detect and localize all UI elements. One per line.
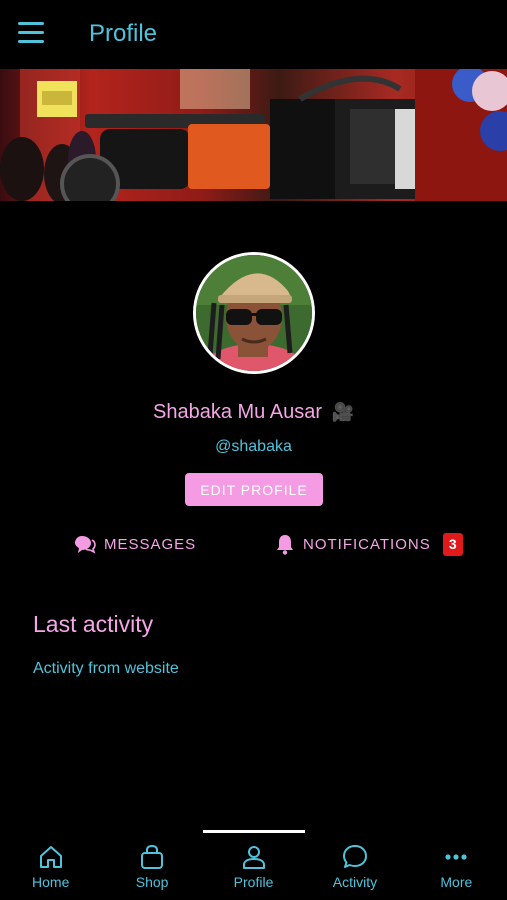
user-icon (242, 846, 265, 869)
profile-name-text: Shabaka Mu Ausar (153, 401, 322, 423)
notification-count-badge: 3 (442, 532, 463, 556)
shopping-bag-icon (141, 844, 164, 869)
notifications-link[interactable]: NOTIFICATIONS 3 (275, 532, 463, 556)
messages-link[interactable]: MESSAGES (74, 532, 196, 556)
profile-name: Shabaka Mu Ausar 🎥 (0, 401, 507, 424)
hamburger-menu-icon[interactable] (18, 22, 52, 48)
nav-profile[interactable]: Profile (203, 835, 304, 900)
movie-camera-icon: 🎥 (331, 402, 354, 422)
bell-icon (277, 535, 293, 555)
cover-photo (0, 69, 507, 201)
nav-activity-label: Activity (332, 874, 378, 890)
avatar-photo (196, 255, 312, 371)
nav-home-label: Home (32, 874, 70, 890)
chat-bubble-icon (342, 845, 367, 868)
active-tab-indicator (203, 830, 305, 833)
edit-profile-button[interactable]: EDIT PROFILE (185, 473, 323, 506)
nav-shop[interactable]: Shop (101, 835, 202, 900)
avatar[interactable] (193, 252, 315, 374)
nav-more-label: More (440, 874, 473, 890)
more-dots-icon (445, 854, 467, 860)
nav-home[interactable]: Home (0, 835, 101, 900)
last-activity-heading: Last activity (33, 611, 154, 637)
messages-icon (75, 536, 96, 554)
messages-label: MESSAGES (104, 535, 197, 553)
nav-activity[interactable]: Activity (304, 835, 405, 900)
top-app-bar: Profile (0, 0, 507, 69)
nav-shop-label: Shop (135, 874, 169, 890)
nav-more[interactable]: More (406, 835, 507, 900)
profile-handle: @shabaka (215, 438, 292, 455)
activity-item[interactable]: Activity from website (33, 660, 179, 678)
bottom-navigation: Home Shop Profile Activity More (0, 835, 507, 900)
nav-profile-label: Profile (233, 874, 274, 890)
page-title: Profile (89, 20, 158, 47)
home-icon (39, 846, 62, 868)
notifications-label: NOTIFICATIONS (303, 535, 431, 553)
cover-photo-image (0, 69, 507, 201)
